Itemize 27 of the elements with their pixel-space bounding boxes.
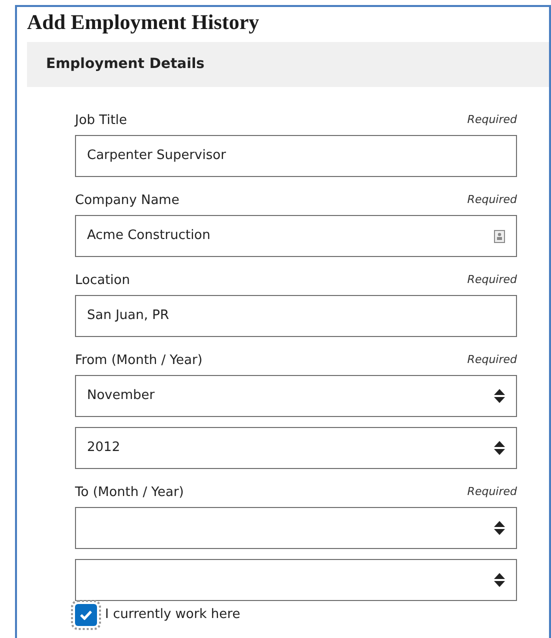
- contact-card-icon[interactable]: [494, 230, 505, 242]
- checkbox-label: I currently work here: [105, 607, 240, 623]
- page-title: Add Employment History: [27, 9, 260, 36]
- section-header: Employment Details: [27, 42, 549, 87]
- checkmark-icon: [80, 610, 92, 620]
- required-note: Required: [467, 273, 517, 287]
- select-field[interactable]: [75, 559, 517, 601]
- input-field[interactable]: Carpenter Supervisor: [75, 135, 517, 177]
- checkbox[interactable]: [75, 604, 97, 626]
- input-field[interactable]: San Juan, PR: [75, 295, 517, 337]
- field-label: Job Title: [75, 113, 128, 129]
- sort-arrows-icon: [494, 573, 505, 587]
- sort-arrows-icon: [494, 441, 505, 455]
- field-label: Location: [75, 273, 130, 289]
- sort-arrows-icon: [494, 521, 505, 535]
- field-label: Company Name: [75, 193, 180, 209]
- required-note: Required: [467, 353, 517, 367]
- sort-arrows-icon: [494, 389, 505, 403]
- field-label: From (Month / Year): [75, 353, 202, 369]
- select-field[interactable]: [75, 507, 517, 549]
- input-field[interactable]: Acme Construction: [75, 215, 517, 257]
- select-field[interactable]: November: [75, 375, 517, 417]
- field-label: To (Month / Year): [75, 485, 184, 501]
- required-note: Required: [467, 113, 517, 127]
- select-field[interactable]: 2012: [75, 427, 517, 469]
- required-note: Required: [467, 193, 517, 207]
- required-note: Required: [467, 485, 517, 499]
